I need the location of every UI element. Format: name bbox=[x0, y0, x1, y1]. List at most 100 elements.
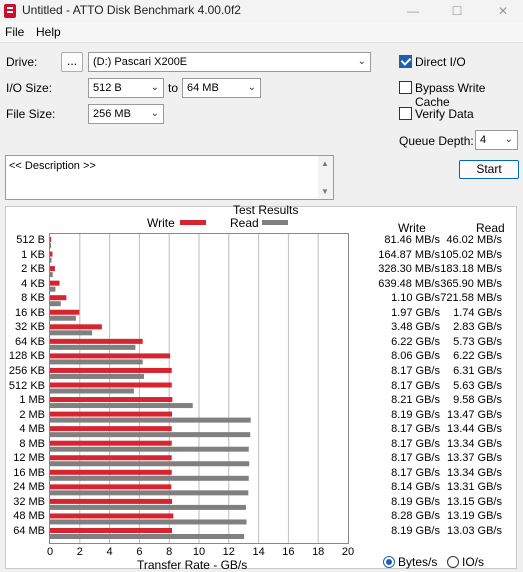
bar-write bbox=[50, 498, 173, 504]
read-value: 6.22 GB/s bbox=[453, 350, 502, 363]
row-label: 1 MB bbox=[19, 394, 45, 407]
menu-help[interactable]: Help bbox=[36, 25, 61, 39]
bar-read bbox=[50, 475, 249, 481]
bar-write bbox=[50, 440, 172, 446]
maximize-icon[interactable]: ☐ bbox=[442, 2, 472, 20]
row-label: 64 MB bbox=[13, 525, 45, 537]
bar-read bbox=[50, 301, 61, 307]
bar-write bbox=[50, 397, 173, 403]
read-value: 13.03 GB/s bbox=[446, 525, 502, 537]
write-value: 8.14 GB/s bbox=[391, 481, 440, 494]
write-value: 81.46 MB/s bbox=[384, 234, 440, 246]
bar-read bbox=[50, 388, 134, 394]
bar-write bbox=[50, 426, 172, 432]
description-text: << Description >> bbox=[9, 160, 96, 172]
column-read-header: Read bbox=[476, 221, 505, 235]
read-value: 13.37 GB/s bbox=[446, 452, 502, 465]
bar-read bbox=[50, 330, 93, 336]
io-from-value: 512 B bbox=[93, 82, 122, 94]
read-value: 13.34 GB/s bbox=[446, 437, 502, 450]
bar-write bbox=[50, 455, 172, 461]
direct-io-checkbox[interactable] bbox=[399, 55, 412, 68]
bar-write bbox=[50, 280, 60, 286]
write-value: 8.19 GB/s bbox=[391, 408, 440, 421]
minimize-icon[interactable]: — bbox=[398, 2, 428, 20]
start-button[interactable]: Start bbox=[459, 160, 519, 179]
x-tick-label: 16 bbox=[282, 546, 295, 558]
window-title: Untitled - ATTO Disk Benchmark 4.00.0f2 bbox=[22, 3, 241, 17]
io-size-from-select[interactable]: 512 B ⌄ bbox=[88, 78, 164, 98]
description-field[interactable]: << Description >> ▲ ▼ bbox=[5, 155, 334, 200]
menu-file[interactable]: File bbox=[5, 25, 24, 39]
browse-button[interactable]: ... bbox=[61, 52, 83, 72]
scroll-up-icon[interactable]: ▲ bbox=[321, 159, 329, 168]
write-value: 8.06 GB/s bbox=[391, 350, 440, 363]
write-value: 8.21 GB/s bbox=[391, 394, 440, 407]
io-per-sec-radio[interactable] bbox=[447, 556, 459, 568]
bar-write bbox=[50, 411, 173, 417]
write-value: 8.17 GB/s bbox=[391, 466, 440, 479]
verify-data-checkbox[interactable] bbox=[399, 107, 412, 120]
bar-read bbox=[50, 272, 53, 278]
row-label: 4 KB bbox=[21, 277, 45, 290]
legend-read-swatch bbox=[262, 220, 288, 225]
x-tick-label: 10 bbox=[192, 546, 206, 558]
row-label: 8 MB bbox=[19, 437, 45, 450]
read-value: 46.02 MB/s bbox=[446, 234, 502, 246]
read-value: 9.58 GB/s bbox=[453, 394, 502, 407]
bar-read bbox=[50, 519, 247, 525]
bar-write bbox=[50, 353, 171, 359]
bar-read bbox=[50, 432, 251, 438]
row-label: 8 KB bbox=[21, 292, 45, 305]
file-size-value: 256 MB bbox=[93, 108, 131, 120]
bar-read bbox=[50, 344, 136, 350]
read-value: 105.02 MB/s bbox=[440, 248, 502, 261]
row-label: 32 MB bbox=[13, 495, 45, 508]
x-tick-label: 14 bbox=[252, 546, 265, 558]
row-label: 4 MB bbox=[19, 423, 45, 436]
row-label: 2 MB bbox=[19, 408, 45, 421]
write-value: 8.17 GB/s bbox=[391, 379, 440, 392]
chevron-down-icon: ⌄ bbox=[504, 134, 513, 145]
drive-select[interactable]: (D:) Pascari X200E ⌄ bbox=[88, 52, 371, 72]
row-label: 2 KB bbox=[21, 263, 45, 276]
bar-write bbox=[50, 266, 55, 272]
chevron-down-icon: ⌄ bbox=[150, 108, 159, 119]
write-value: 8.19 GB/s bbox=[391, 495, 440, 508]
bypass-cache-checkbox[interactable] bbox=[399, 81, 412, 94]
row-label: 32 KB bbox=[15, 321, 45, 334]
row-label: 16 KB bbox=[15, 306, 45, 319]
bar-read bbox=[50, 504, 246, 510]
chevron-down-icon: ⌄ bbox=[247, 82, 256, 93]
write-value: 3.48 GB/s bbox=[391, 321, 440, 334]
write-value: 8.19 GB/s bbox=[391, 525, 440, 537]
legend-write-label: Write bbox=[147, 216, 175, 230]
read-value: 13.15 GB/s bbox=[446, 495, 502, 508]
write-value: 1.97 GB/s bbox=[391, 306, 440, 319]
bar-read bbox=[50, 286, 56, 292]
bar-write bbox=[50, 338, 143, 344]
description-scrollbar[interactable]: ▲ ▼ bbox=[318, 156, 333, 199]
x-tick-label: 4 bbox=[106, 546, 113, 558]
queue-depth-select[interactable]: 4 ⌄ bbox=[475, 130, 518, 150]
queue-depth-value: 4 bbox=[480, 134, 487, 146]
bytes-per-sec-radio[interactable] bbox=[383, 556, 395, 568]
file-size-select[interactable]: 256 MB ⌄ bbox=[88, 104, 164, 124]
menu-bar: File Help bbox=[0, 22, 523, 43]
write-value: 8.28 GB/s bbox=[391, 510, 440, 523]
drive-label: Drive: bbox=[6, 55, 38, 69]
read-value: 13.44 GB/s bbox=[446, 423, 502, 436]
chart-plot-area bbox=[49, 233, 349, 544]
bar-write bbox=[50, 251, 53, 257]
io-to-label: to bbox=[168, 81, 179, 95]
row-label: 512 B bbox=[16, 234, 45, 246]
read-value: 183.18 MB/s bbox=[440, 263, 502, 276]
read-value: 365.90 MB/s bbox=[440, 277, 502, 290]
close-icon[interactable]: ✕ bbox=[488, 2, 518, 20]
bar-write bbox=[50, 382, 172, 388]
row-label: 1 KB bbox=[21, 248, 45, 261]
direct-io-label: Direct I/O bbox=[415, 55, 466, 69]
bar-write bbox=[50, 513, 174, 519]
io-size-to-select[interactable]: 64 MB ⌄ bbox=[182, 78, 261, 98]
scroll-down-icon[interactable]: ▼ bbox=[321, 187, 329, 196]
